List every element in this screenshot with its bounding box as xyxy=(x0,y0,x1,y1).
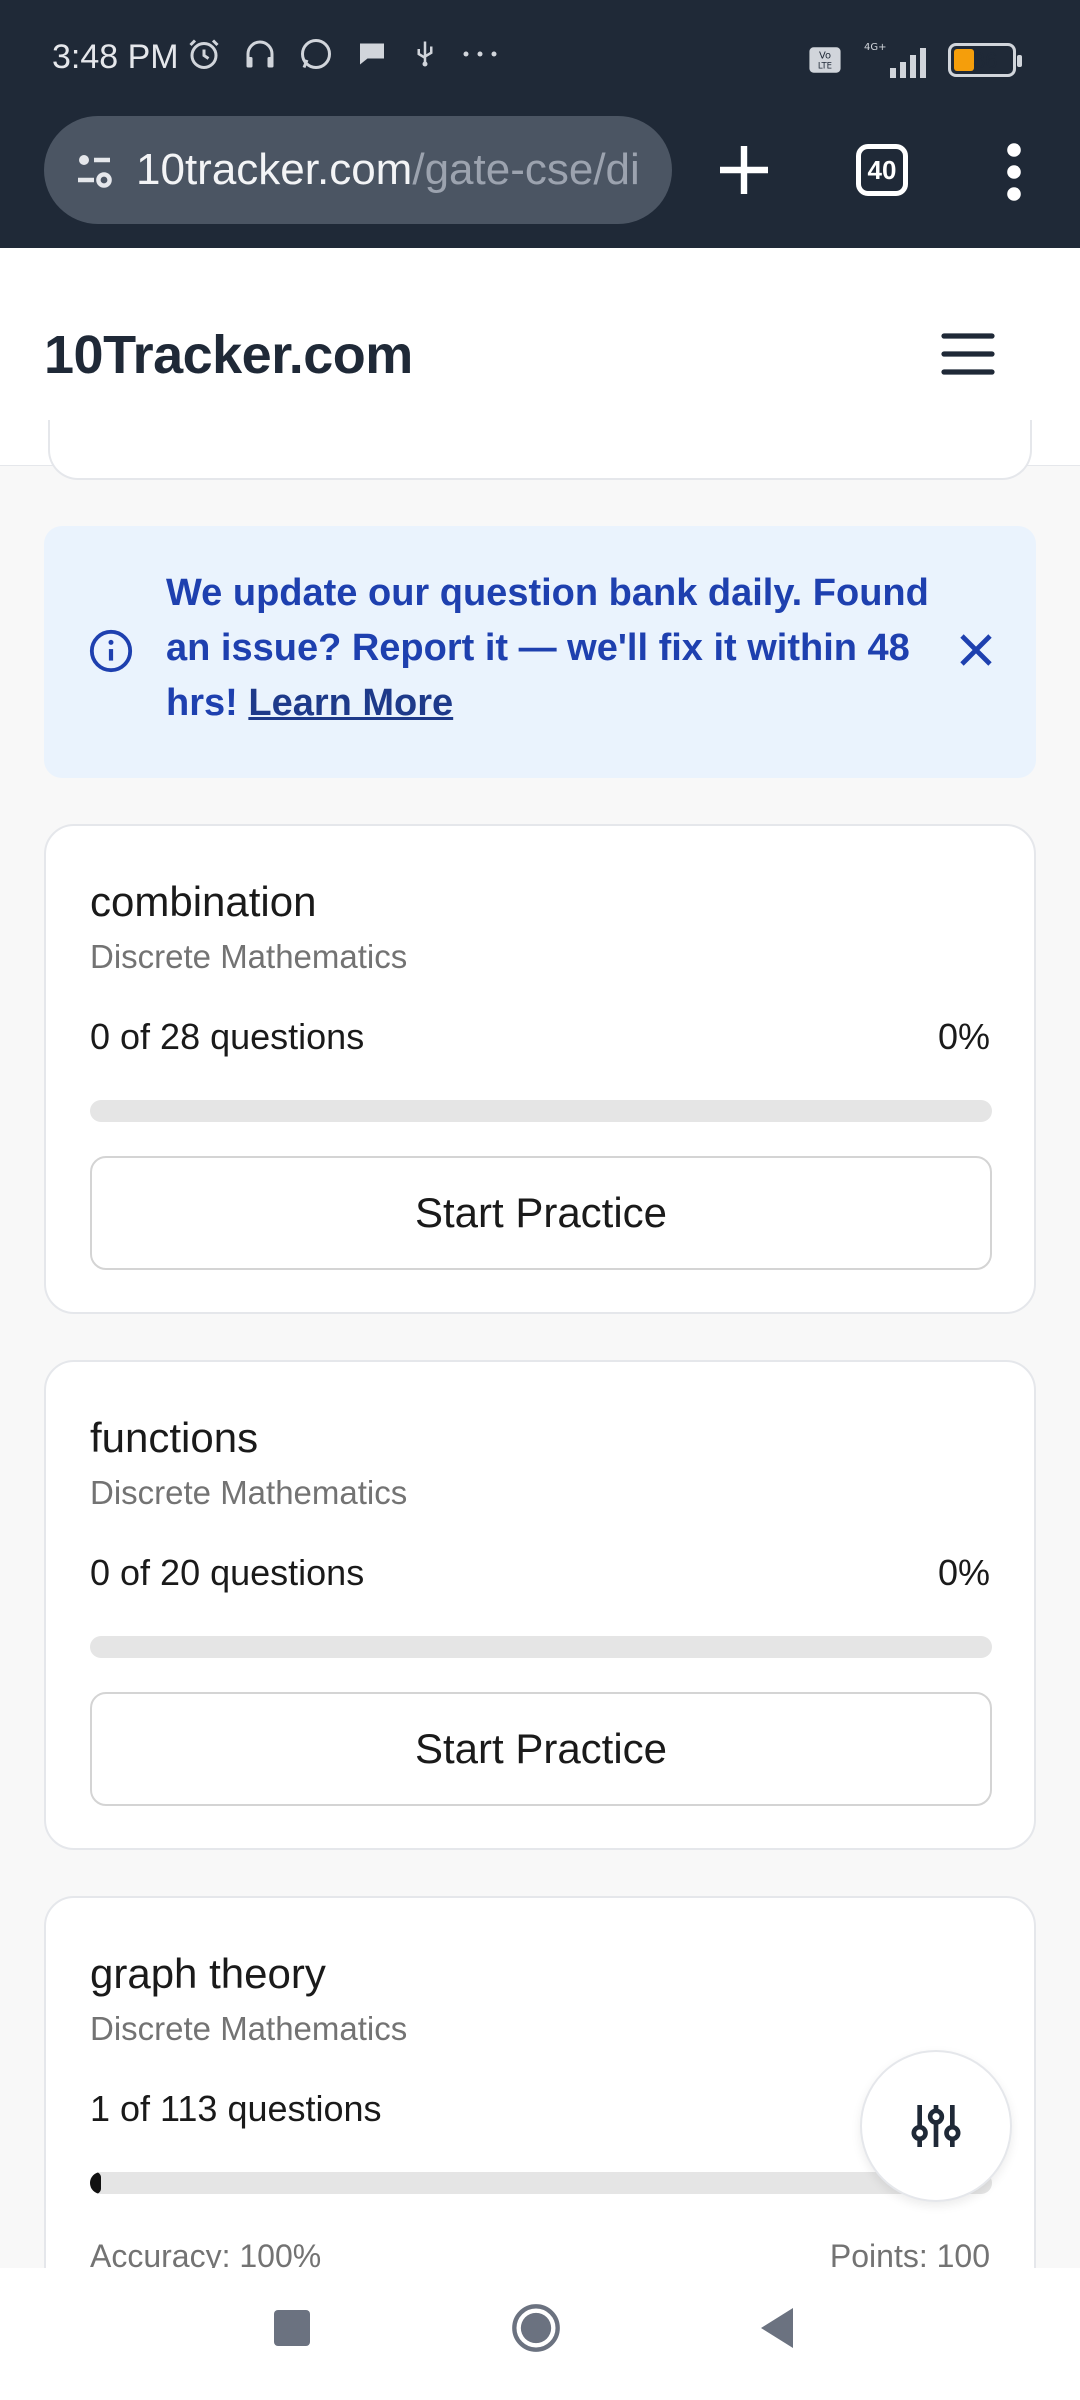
url-text: 10tracker.com/gate-cse/di xyxy=(136,145,640,195)
home-button[interactable] xyxy=(510,2302,562,2354)
banner-message: We update our question bank daily. Found… xyxy=(166,566,946,731)
sliders-icon xyxy=(911,2105,961,2147)
site-logo[interactable]: 10Tracker.com xyxy=(44,324,413,386)
system-nav-bar xyxy=(0,2268,1080,2400)
alarm-icon xyxy=(189,39,219,69)
signal-icon: 4G+ xyxy=(864,42,926,78)
system-icons: Vo LTE 4G+ 36 xyxy=(808,40,1022,80)
more-options-icon[interactable] xyxy=(996,140,1032,204)
question-count: 0 of 28 questions xyxy=(90,1016,365,1057)
topic-subject: Discrete Mathematics xyxy=(90,938,408,975)
headphones-icon xyxy=(246,40,274,68)
notification-icons xyxy=(186,36,500,72)
volte-icon: VoLTE xyxy=(809,47,841,73)
whatsapp-icon xyxy=(301,39,331,69)
topic-subject: Discrete Mathematics xyxy=(90,1474,408,1511)
progress-bar xyxy=(90,2172,992,2194)
progress-bar xyxy=(90,1100,992,1122)
topic-card: functions Discrete Mathematics 0 of 20 q… xyxy=(44,1360,1036,1850)
chat-icon xyxy=(360,43,384,65)
status-time: 3:48 PM xyxy=(52,38,179,76)
learn-more-link[interactable]: Learn More xyxy=(248,682,453,724)
filter-button[interactable] xyxy=(860,2050,1012,2202)
recents-button[interactable] xyxy=(274,2310,310,2346)
usb-icon xyxy=(417,41,433,67)
question-count: 0 of 20 questions xyxy=(90,1552,365,1593)
topic-card: combination Discrete Mathematics 0 of 28… xyxy=(44,824,1036,1314)
browser-toolbar: 10tracker.com/gate-cse/di 40 xyxy=(0,116,1080,248)
url-path: /gate-cse/di xyxy=(412,145,640,194)
topic-title: combination xyxy=(90,878,317,925)
progress-bar xyxy=(90,1636,992,1658)
progress-percent: 0% xyxy=(937,1016,990,1057)
topic-subject: Discrete Mathematics xyxy=(90,2010,408,2047)
battery-icon: 36 xyxy=(948,43,1022,77)
info-icon xyxy=(89,629,133,673)
question-count: 1 of 113 questions xyxy=(90,2088,382,2129)
battery-level: 36 xyxy=(973,48,998,73)
topic-title: graph theory xyxy=(90,1950,326,1997)
new-tab-icon[interactable] xyxy=(712,138,776,202)
hamburger-menu-icon[interactable] xyxy=(940,330,996,378)
address-bar[interactable]: 10tracker.com/gate-cse/di xyxy=(44,116,672,224)
status-bar: 3:48 PM Vo LTE 4G+ 36 xyxy=(0,0,1080,116)
more-notifications-icon xyxy=(463,51,497,57)
topic-title: functions xyxy=(90,1414,259,1461)
back-button[interactable] xyxy=(756,2304,798,2352)
info-banner: We update our question bank daily. Found… xyxy=(44,526,1036,778)
start-practice-button[interactable]: Start Practice xyxy=(90,1692,992,1806)
progress-fill xyxy=(90,2172,101,2194)
progress-percent: 0% xyxy=(937,1552,990,1593)
url-domain: 10tracker.com xyxy=(136,145,413,194)
network-type: 4G+ xyxy=(864,42,887,53)
start-practice-button[interactable]: Start Practice xyxy=(90,1156,992,1270)
close-icon[interactable] xyxy=(952,626,1000,674)
previous-card-edge xyxy=(48,420,1032,480)
svg-text:LTE: LTE xyxy=(818,62,832,72)
svg-text:Vo: Vo xyxy=(819,51,831,62)
site-settings-icon[interactable] xyxy=(70,146,118,194)
tab-switcher-button[interactable]: 40 xyxy=(856,144,908,196)
